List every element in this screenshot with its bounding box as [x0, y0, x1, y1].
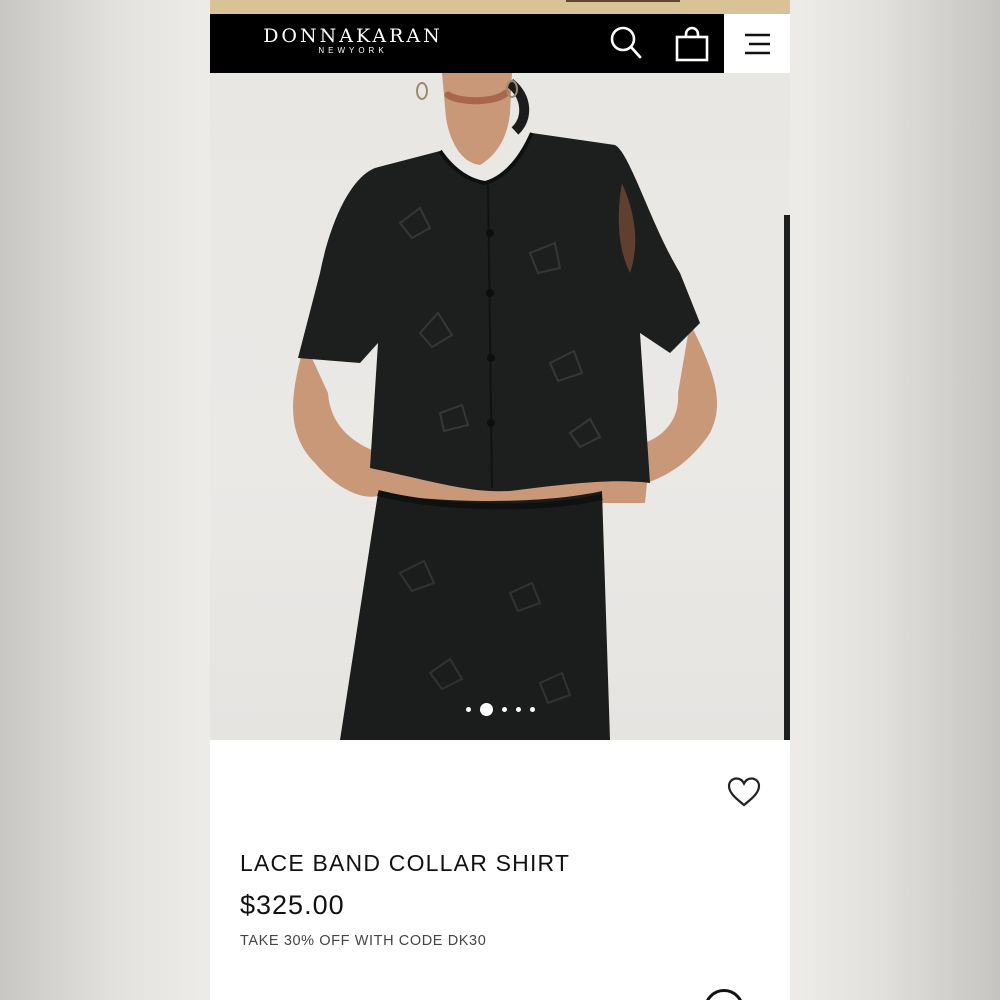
- carousel-dot-4[interactable]: [515, 706, 521, 712]
- product-photo: [293, 73, 718, 740]
- chat-button[interactable]: [704, 989, 744, 1000]
- next-slide-peek[interactable]: [784, 215, 790, 740]
- shopping-bag-icon: [675, 26, 709, 62]
- carousel-dot-5[interactable]: [529, 706, 535, 712]
- menu-button[interactable]: [724, 14, 790, 73]
- search-button[interactable]: [608, 24, 644, 62]
- product-price: $325.00: [240, 890, 345, 920]
- phone-screen: DONNAKARAN NEWYORK LACE BAND COLLAR SHIR…: [210, 0, 790, 1000]
- hamburger-menu-icon: [745, 33, 770, 54]
- product-title: LACE BAND COLLAR SHIRT: [240, 850, 571, 876]
- search-icon: [610, 26, 642, 59]
- product-image-carousel[interactable]: [210, 73, 790, 740]
- carousel-dot-2-active[interactable]: [479, 702, 493, 716]
- heart-icon: [727, 777, 761, 807]
- carousel-dot-3[interactable]: [501, 706, 507, 712]
- brand-name: DONNAKARAN: [263, 25, 443, 47]
- promo-banner[interactable]: [210, 0, 790, 14]
- brand-logo[interactable]: DONNAKARAN NEWYORK: [248, 26, 458, 56]
- cart-button[interactable]: [672, 24, 712, 64]
- promo-code-text: TAKE 30% OFF WITH CODE DK30: [240, 933, 487, 949]
- product-info: LACE BAND COLLAR SHIRT $325.00 TAKE 30% …: [210, 740, 790, 1000]
- promo-banner-link-underline: [566, 0, 680, 2]
- carousel-dot-1[interactable]: [465, 706, 471, 712]
- site-header: DONNAKARAN NEWYORK: [210, 14, 790, 73]
- add-to-wishlist-button[interactable]: [726, 776, 762, 808]
- carousel-pagination: [210, 701, 790, 717]
- brand-subname: NEWYORK: [318, 46, 388, 55]
